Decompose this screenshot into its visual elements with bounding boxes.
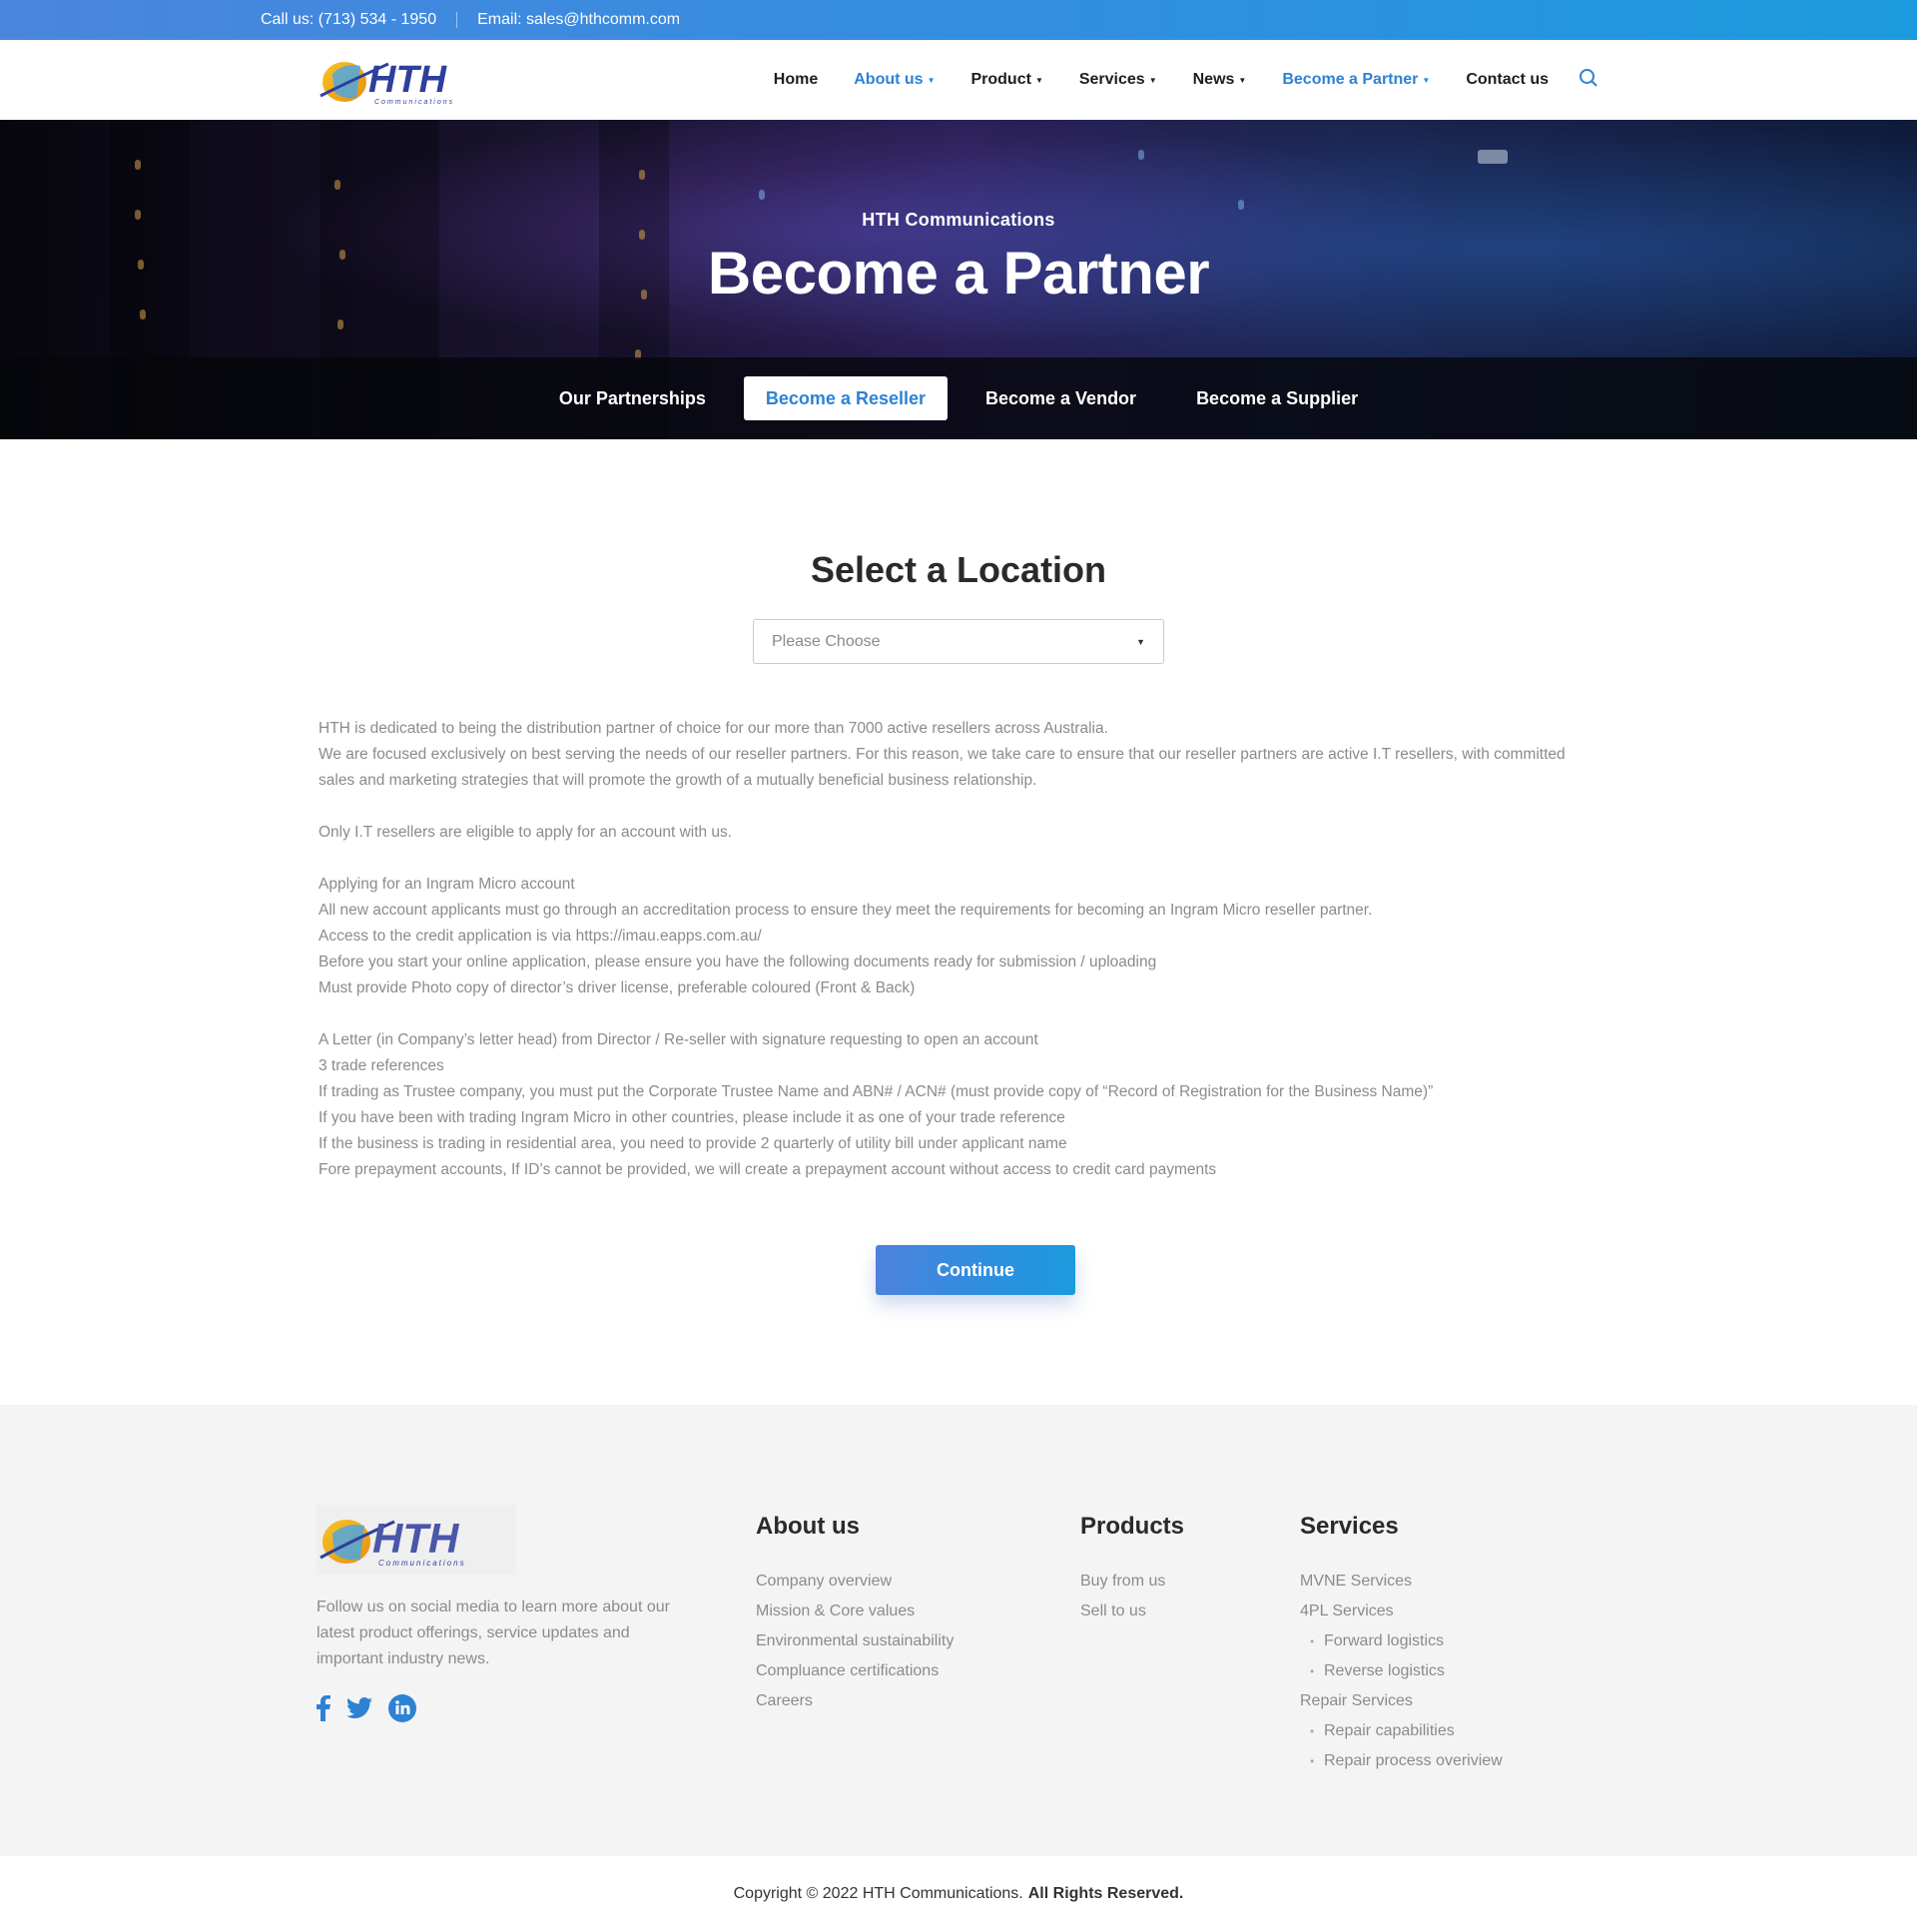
site-footer: HTH Communications Follow us on social m…: [0, 1405, 1917, 1856]
nav-label: Contact us: [1466, 71, 1549, 88]
email-text[interactable]: Email: sales@hthcomm.com: [477, 11, 680, 29]
nav-label: Become a Partner: [1282, 71, 1419, 88]
nav-label: Services: [1078, 71, 1145, 88]
footer-brand-column: HTH Communications Follow us on social m…: [317, 1505, 756, 1776]
location-select[interactable]: Please Choose ▼: [753, 619, 1164, 664]
svg-text:Communications: Communications: [374, 99, 454, 106]
footer-services-title: Services: [1300, 1513, 1399, 1540]
footer-link[interactable]: Careers: [756, 1686, 1080, 1716]
body-paragraph: Applying for an Ingram Micro account: [319, 876, 575, 893]
nav-item-news[interactable]: News ▼: [1193, 71, 1247, 89]
nav-label: News: [1192, 71, 1235, 88]
facebook-icon[interactable]: [317, 1695, 330, 1726]
footer-description: Follow us on social media to learn more …: [317, 1599, 670, 1667]
footer-sublink[interactable]: Reverse logistics: [1300, 1656, 1560, 1686]
nav-item-services[interactable]: Services ▼: [1079, 71, 1157, 89]
body-paragraph: Access to the credit application is via …: [319, 928, 762, 945]
footer-link[interactable]: Mission & Core values: [756, 1597, 1080, 1626]
footer-sublink[interactable]: Repair capabilities: [1300, 1716, 1560, 1746]
nav-label: Home: [773, 71, 819, 88]
caret-down-icon: ▼: [1136, 636, 1145, 647]
tab-our-partnerships[interactable]: Our Partnerships: [537, 376, 728, 420]
nav-item-about[interactable]: About us ▼: [854, 71, 935, 89]
footer-link[interactable]: Company overview: [756, 1567, 1080, 1597]
rights-text: All Rights Reserved.: [1027, 1885, 1184, 1902]
footer-link[interactable]: Environmental sustainability: [756, 1626, 1080, 1656]
linkedin-icon[interactable]: [388, 1694, 416, 1727]
footer-about-title: About us: [756, 1513, 860, 1540]
top-contact-bar: Call us: (713) 534 - 1950 Email: sales@h…: [0, 0, 1917, 40]
tab-become-vendor[interactable]: Become a Vendor: [963, 376, 1158, 420]
body-paragraph: If you have been with trading Ingram Mic…: [319, 1109, 1065, 1126]
phone-text[interactable]: Call us: (713) 534 - 1950: [261, 11, 436, 29]
body-paragraph: 3 trade references: [319, 1057, 444, 1074]
body-paragraph: Only I.T resellers are eligible to apply…: [319, 824, 733, 841]
svg-text:Communications: Communications: [378, 1559, 466, 1568]
nav-item-product[interactable]: Product ▼: [970, 71, 1042, 89]
body-paragraph: HTH is dedicated to being the distributi…: [319, 720, 1108, 737]
caret-down-icon: ▼: [1034, 75, 1043, 85]
tab-become-reseller[interactable]: Become a Reseller: [743, 376, 948, 420]
hero-title-block: HTH Communications Become a Partner: [0, 120, 1917, 308]
caret-down-icon: ▼: [1422, 75, 1431, 85]
site-logo[interactable]: HTH Communications: [319, 52, 482, 108]
body-paragraph: All new account applicants must go throu…: [319, 902, 1373, 919]
select-placeholder: Please Choose: [772, 632, 881, 650]
partner-tabs: Our Partnerships Become a Reseller Becom…: [0, 357, 1917, 439]
footer-services-column: Services MVNE Services 4PL Services Forw…: [1300, 1505, 1560, 1776]
body-paragraph: Before you start your online application…: [319, 954, 1157, 970]
body-paragraph: Fore prepayment accounts, If ID’s cannot…: [319, 1161, 1217, 1178]
divider: [456, 12, 458, 28]
body-paragraph: [319, 1001, 1598, 1027]
body-paragraph: If the business is trading in residentia…: [319, 1135, 1067, 1152]
caret-down-icon: ▼: [1238, 75, 1247, 85]
footer-about-column: About us Company overview Mission & Core…: [756, 1505, 1080, 1776]
footer-link[interactable]: Sell to us: [1080, 1597, 1300, 1626]
body-paragraph: [319, 846, 1598, 872]
footer-sublink[interactable]: Forward logistics: [1300, 1626, 1560, 1656]
footer-link[interactable]: Repair Services: [1300, 1686, 1560, 1716]
copyright-bar: Copyright © 2022 HTH Communications. All…: [0, 1856, 1917, 1932]
footer-link[interactable]: Compluance certifications: [756, 1656, 1080, 1686]
footer-products-title: Products: [1080, 1513, 1185, 1540]
nav-label: Product: [970, 71, 1031, 88]
hero-banner: HTH Communications Become a Partner Our …: [0, 120, 1917, 439]
nav-label: About us: [854, 71, 924, 88]
body-paragraph: [319, 794, 1598, 820]
continue-button[interactable]: Continue: [876, 1245, 1075, 1295]
main-nav: Home About us ▼ Product ▼ Services ▼ News ▼ …: [738, 68, 1598, 93]
footer-sublink[interactable]: Repair process overiview: [1300, 1746, 1560, 1776]
body-paragraph: If trading as Trustee company, you must …: [319, 1083, 1434, 1100]
nav-item-partner[interactable]: Become a Partner ▼: [1282, 71, 1430, 89]
nav-item-contact[interactable]: Contact us: [1466, 71, 1549, 89]
caret-down-icon: ▼: [927, 75, 936, 85]
hero-subtitle: HTH Communications: [862, 210, 1055, 230]
section-title: Select a Location: [810, 549, 1107, 590]
nav-item-home[interactable]: Home: [774, 71, 818, 89]
search-icon[interactable]: [1579, 68, 1598, 93]
reseller-requirements-text: HTH is dedicated to being the distributi…: [319, 716, 1598, 1183]
tab-become-supplier[interactable]: Become a Supplier: [1174, 376, 1380, 420]
footer-logo[interactable]: HTH Communications: [317, 1505, 516, 1575]
twitter-icon[interactable]: [346, 1697, 372, 1724]
svg-text:HTH: HTH: [372, 1515, 460, 1562]
caret-down-icon: ▼: [1148, 75, 1157, 85]
svg-text:HTH: HTH: [368, 59, 448, 101]
footer-link[interactable]: 4PL Services: [1300, 1597, 1560, 1626]
body-paragraph: We are focused exclusively on best servi…: [319, 746, 1566, 789]
social-links: [317, 1694, 756, 1727]
footer-link[interactable]: MVNE Services: [1300, 1567, 1560, 1597]
copyright-text: Copyright © 2022 HTH Communications.: [733, 1885, 1023, 1902]
main-content: Select a Location Please Choose ▼ HTH is…: [319, 439, 1598, 1405]
footer-link[interactable]: Buy from us: [1080, 1567, 1300, 1597]
body-paragraph: A Letter (in Company’s letter head) from…: [319, 1031, 1038, 1048]
hth-logo-icon: HTH Communications: [320, 59, 454, 106]
page-title: Become a Partner: [707, 240, 1210, 307]
body-paragraph: Must provide Photo copy of director’s dr…: [319, 979, 916, 996]
hth-logo-icon: HTH Communications: [320, 1515, 466, 1568]
footer-products-column: Products Buy from us Sell to us: [1080, 1505, 1300, 1776]
site-header: HTH Communications Home About us ▼ Produc…: [0, 40, 1917, 120]
